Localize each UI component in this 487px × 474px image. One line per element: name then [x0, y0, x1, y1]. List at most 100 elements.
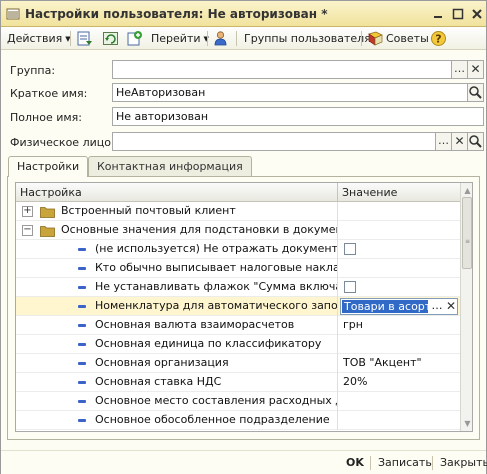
search-icon[interactable]	[467, 132, 484, 151]
person-clear-icon[interactable]: ✕	[451, 132, 468, 151]
table-row[interactable]: Основная ставка НДС 20%	[16, 373, 460, 392]
catalog-icon	[6, 8, 20, 20]
scroll-grip-icon: ≡	[464, 238, 471, 245]
setting-cell[interactable]: Основное обособленное подразделение	[16, 411, 337, 430]
tips-book-icon[interactable]	[367, 30, 384, 47]
value-text: ТОВ "Акцент"	[343, 356, 422, 369]
folder-icon	[40, 207, 55, 218]
setting-item-icon	[78, 362, 86, 365]
close-button[interactable]: Закрыть	[440, 456, 487, 469]
value-cell[interactable]	[337, 335, 460, 354]
setting-cell[interactable]: + Встроенный почтовый клиент	[16, 202, 337, 221]
window-title: Настройки пользователя: Не авторизован *	[25, 7, 328, 21]
table-row[interactable]: Кто обычно выписывает налоговые накладны…	[16, 259, 460, 278]
column-header-setting[interactable]: Настройка	[16, 183, 337, 202]
table-row[interactable]: (не используется) Не отражать документы …	[16, 240, 460, 259]
value-cell[interactable]	[337, 278, 460, 297]
table-header: Настройка Значение	[16, 183, 460, 202]
setting-cell[interactable]: − Основные значения для подстановки в док…	[16, 221, 337, 240]
settings-table: Настройка Значение + Встроенный почтовый …	[15, 182, 473, 432]
setting-item-label: (не используется) Не отражать документы …	[95, 242, 337, 255]
setting-item-icon	[78, 419, 86, 422]
expand-icon[interactable]: +	[22, 206, 33, 217]
table-row[interactable]: Номенклатура для автоматического заполне…	[16, 297, 460, 316]
ok-button[interactable]: OK	[346, 456, 364, 469]
short-name-input[interactable]: НеАвторизован	[112, 83, 468, 102]
value-cell[interactable]	[337, 392, 460, 411]
tab-settings[interactable]: Настройки	[8, 156, 89, 177]
collapse-icon[interactable]: −	[22, 225, 33, 236]
full-name-input[interactable]: Не авторизован	[112, 107, 484, 126]
save-button[interactable]: Записать	[378, 456, 432, 469]
table-row[interactable]: − Основные значения для подстановки в док…	[16, 221, 460, 240]
setting-cell[interactable]: Основная валюта взаиморасчетов	[16, 316, 337, 335]
table-row[interactable]: Основное обособленное подразделение	[16, 411, 460, 430]
setting-cell[interactable]: Основная единица по классификатору	[16, 335, 337, 354]
actions-menu-button[interactable]: Действия ▼	[7, 30, 71, 47]
toolbar-separator	[236, 31, 237, 46]
search-icon[interactable]	[467, 83, 484, 102]
user-icon[interactable]	[212, 30, 229, 47]
table-row[interactable]: Основная организация ТОВ "Акцент"	[16, 354, 460, 373]
setting-item-icon	[78, 343, 86, 346]
value-select-button[interactable]: …	[430, 299, 444, 314]
setting-cell[interactable]: Основная организация	[16, 354, 337, 373]
button-separator	[370, 456, 371, 470]
column-header-value[interactable]: Значение	[338, 183, 460, 202]
value-cell[interactable]: ТОВ "Акцент"	[337, 354, 460, 373]
scroll-up-icon[interactable]: ▲	[463, 186, 472, 195]
tips-button[interactable]: Советы	[386, 30, 429, 47]
table-row[interactable]: + Встроенный почтовый клиент	[16, 202, 460, 221]
value-cell[interactable]	[337, 240, 460, 259]
table-row[interactable]: Основное место составления расходных док…	[16, 392, 460, 411]
save-to-file-icon[interactable]	[76, 30, 93, 47]
table-row[interactable]: Основная валюта взаиморасчетов грн	[16, 316, 460, 335]
value-cell[interactable]: грн	[337, 316, 460, 335]
setting-item-icon	[78, 267, 86, 270]
goto-menu-button[interactable]: Перейти▼	[151, 30, 209, 47]
scroll-down-icon[interactable]: ▼	[463, 419, 472, 428]
value-cell[interactable]	[337, 221, 460, 240]
setting-item-icon	[78, 324, 86, 327]
setting-item-icon	[78, 381, 86, 384]
setting-cell[interactable]: Кто обычно выписывает налоговые накладны…	[16, 259, 337, 278]
setting-cell[interactable]: Номенклатура для автоматического заполне…	[16, 297, 337, 316]
group-input[interactable]	[112, 60, 452, 79]
value-checkbox[interactable]	[344, 243, 356, 255]
value-clear-icon[interactable]: ✕	[445, 299, 457, 314]
minimize-icon[interactable]	[430, 6, 446, 22]
value-cell[interactable]	[337, 411, 460, 430]
group-clear-icon[interactable]: ✕	[467, 60, 484, 79]
help-icon[interactable]: ?	[430, 30, 447, 47]
setting-item-label: Основная ставка НДС	[95, 375, 222, 388]
maximize-icon[interactable]	[450, 6, 466, 22]
table-row[interactable]: Основная единица по классификатору	[16, 335, 460, 354]
value-text: грн	[343, 318, 363, 331]
setting-cell[interactable]: Основное место составления расходных док…	[16, 392, 337, 411]
person-select-button[interactable]: …	[435, 132, 452, 151]
refresh-icon[interactable]	[102, 30, 119, 47]
setting-cell[interactable]: Основная ставка НДС	[16, 373, 337, 392]
scroll-thumb[interactable]	[462, 197, 472, 269]
group-label: Группа:	[10, 64, 56, 77]
title-bar: Настройки пользователя: Не авторизован *	[1, 1, 486, 27]
open-in-new-icon[interactable]	[126, 30, 143, 47]
setting-cell[interactable]: (не используется) Не отражать документы …	[16, 240, 337, 259]
setting-cell[interactable]: Не устанавливать флажок "Сумма включает …	[16, 278, 337, 297]
value-cell[interactable]	[337, 259, 460, 278]
value-cell[interactable]	[337, 202, 460, 221]
person-input[interactable]	[112, 132, 436, 151]
value-edit-text[interactable]: Товари в асорті	[342, 300, 428, 313]
close-window-icon[interactable]	[469, 6, 485, 22]
value-cell[interactable]: Товари в асорті… ✕	[337, 297, 460, 316]
user-groups-button[interactable]: Группы пользователя	[244, 30, 371, 47]
folder-icon	[40, 226, 55, 237]
tab-contact-info[interactable]: Контактная информация	[88, 156, 252, 176]
value-checkbox[interactable]	[344, 281, 356, 293]
group-select-button[interactable]: …	[451, 60, 468, 79]
value-cell[interactable]: 20%	[337, 373, 460, 392]
table-row[interactable]: Не устанавливать флажок "Сумма включает …	[16, 278, 460, 297]
value-edit-field[interactable]: Товари в асорті… ✕	[340, 298, 458, 315]
setting-item-label: Основное обособленное подразделение	[95, 413, 330, 426]
vertical-scrollbar[interactable]: ▲ ≡ ▼	[460, 183, 472, 431]
